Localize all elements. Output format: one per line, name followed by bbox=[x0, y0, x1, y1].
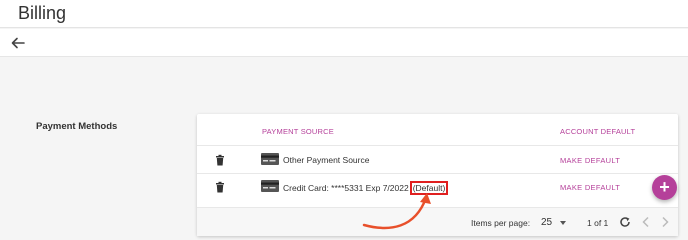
card-icon bbox=[261, 180, 279, 192]
trash-icon[interactable] bbox=[214, 154, 226, 166]
column-header-payment-source[interactable]: PAYMENT SOURCE bbox=[262, 127, 334, 136]
page-range: 1 of 1 bbox=[587, 218, 609, 228]
make-default-button[interactable]: MAKE DEFAULT bbox=[560, 183, 620, 192]
payment-source-label: Other Payment Source bbox=[283, 155, 370, 165]
page-title: Billing bbox=[18, 3, 67, 23]
make-default-button[interactable]: MAKE DEFAULT bbox=[560, 156, 620, 165]
items-per-page-label: Items per page: bbox=[471, 218, 531, 228]
chevron-right-icon[interactable] bbox=[660, 216, 670, 228]
plus-icon: + bbox=[659, 177, 670, 197]
trash-icon[interactable] bbox=[214, 181, 226, 193]
chevron-left-icon[interactable] bbox=[641, 216, 651, 228]
column-header-account-default[interactable]: ACCOUNT DEFAULT bbox=[560, 127, 635, 136]
add-payment-button[interactable]: + bbox=[652, 175, 677, 200]
card-icon bbox=[261, 153, 279, 165]
divider bbox=[197, 145, 678, 146]
items-per-page-select[interactable]: 25 bbox=[541, 217, 552, 228]
annotation-arrow-icon bbox=[362, 193, 431, 230]
section-label: Payment Methods bbox=[36, 121, 118, 132]
sub-toolbar bbox=[0, 29, 688, 57]
divider bbox=[197, 173, 678, 174]
top-bar: Billing bbox=[0, 0, 688, 28]
refresh-icon[interactable] bbox=[619, 216, 631, 228]
caret-down-icon[interactable] bbox=[560, 221, 566, 225]
arrow-left-icon[interactable] bbox=[10, 35, 26, 51]
